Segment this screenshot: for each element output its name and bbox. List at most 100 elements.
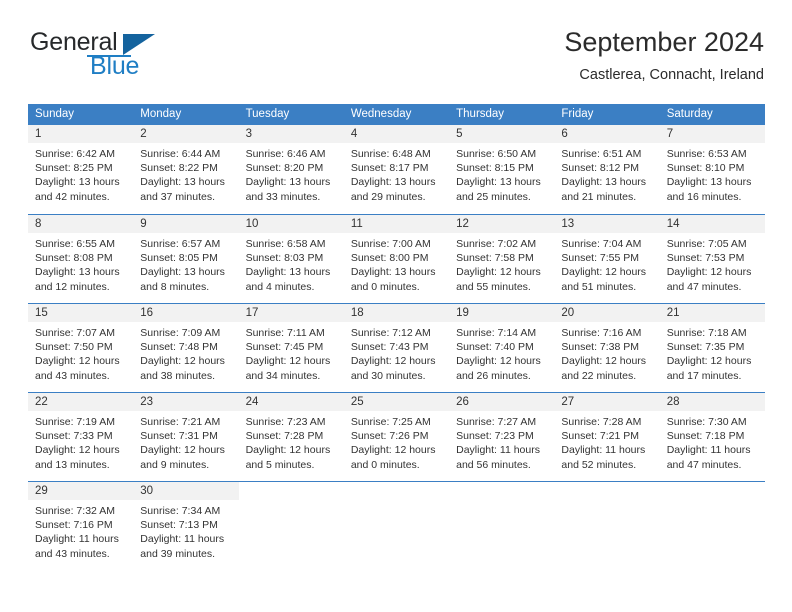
day-cell[interactable]: 20 Sunrise: 7:16 AM Sunset: 7:38 PM Dayligh… xyxy=(554,304,660,392)
sunset-text: Sunset: 7:26 PM xyxy=(350,430,429,443)
sunset-text: Sunset: 7:53 PM xyxy=(666,252,745,265)
day-cell[interactable]: 16 Sunrise: 7:09 AM Sunset: 7:48 PM Dayligh… xyxy=(133,304,239,392)
day-cell[interactable]: 27 Sunrise: 7:28 AM Sunset: 7:21 PM Dayligh… xyxy=(554,393,660,481)
brand-logo[interactable]: General Blue xyxy=(28,26,268,88)
sunrise-text: Sunrise: 7:23 AM xyxy=(245,416,326,428)
sunset-text: Sunset: 7:23 PM xyxy=(456,430,534,443)
empty-day-cell xyxy=(449,482,554,570)
sunset-text: Sunset: 8:15 PM xyxy=(456,162,534,175)
day-cell[interactable]: 15 Sunrise: 7:07 AM Sunset: 7:50 PM Dayligh… xyxy=(28,304,134,392)
sunset-text: Sunset: 8:20 PM xyxy=(245,162,324,175)
day-cell[interactable]: 26 Sunrise: 7:27 AM Sunset: 7:23 PM Dayligh… xyxy=(449,393,555,481)
day-number: 23 xyxy=(140,396,154,408)
day-number-strip: 21 xyxy=(659,304,765,322)
daylight-text-line1: Daylight: 13 hours xyxy=(35,176,120,189)
day-number-strip: 23 xyxy=(133,393,239,411)
day-cell[interactable]: 7 Sunrise: 6:53 AM Sunset: 8:10 PM Daylight… xyxy=(659,125,765,214)
daylight-text-line2: and 42 minutes. xyxy=(35,190,110,203)
daylight-text-line2: and 38 minutes. xyxy=(140,369,215,382)
daylight-text-line1: Daylight: 13 hours xyxy=(350,176,436,189)
calendar-week-row: 15 Sunrise: 7:07 AM Sunset: 7:50 PM Dayligh… xyxy=(28,303,765,392)
day-cell[interactable]: 11 Sunrise: 7:00 AM Sunset: 8:00 PM Dayligh… xyxy=(343,215,450,303)
day-cell[interactable]: 22 Sunrise: 7:19 AM Sunset: 7:33 PM Dayligh… xyxy=(28,393,134,481)
day-number: 14 xyxy=(666,218,680,230)
day-cell[interactable]: 19 Sunrise: 7:14 AM Sunset: 7:40 PM Dayligh… xyxy=(449,304,555,392)
daylight-text-line1: Daylight: 11 hours xyxy=(561,444,646,457)
day-number-strip: 18 xyxy=(343,304,450,322)
sunset-text: Sunset: 7:13 PM xyxy=(140,519,218,532)
day-cell[interactable]: 18 Sunrise: 7:12 AM Sunset: 7:43 PM Dayligh… xyxy=(343,304,450,392)
day-number-strip: 3 xyxy=(238,125,344,143)
day-cell[interactable]: 30 Sunrise: 7:34 AM Sunset: 7:13 PM Dayligh… xyxy=(133,482,239,570)
day-cell[interactable]: 29 Sunrise: 7:32 AM Sunset: 7:16 PM Dayligh… xyxy=(28,482,134,570)
daylight-text-line1: Daylight: 11 hours xyxy=(666,444,751,457)
daylight-text-line1: Daylight: 13 hours xyxy=(561,176,647,189)
day-detail-body: Sunrise: 7:09 AM Sunset: 7:48 PM Daylight:… xyxy=(133,322,238,383)
day-cell[interactable]: 12 Sunrise: 7:02 AM Sunset: 7:58 PM Dayligh… xyxy=(449,215,555,303)
day-detail-body: Sunrise: 7:32 AM Sunset: 7:16 PM Daylight:… xyxy=(28,500,133,561)
day-cell[interactable]: 25 Sunrise: 7:25 AM Sunset: 7:26 PM Dayligh… xyxy=(343,393,450,481)
sunrise-text: Sunrise: 6:48 AM xyxy=(350,148,431,160)
day-detail-body: Sunrise: 7:02 AM Sunset: 7:58 PM Daylight:… xyxy=(449,233,554,294)
day-cell[interactable]: 17 Sunrise: 7:11 AM Sunset: 7:45 PM Dayligh… xyxy=(238,304,344,392)
day-cell[interactable]: 24 Sunrise: 7:23 AM Sunset: 7:28 PM Dayligh… xyxy=(238,393,344,481)
day-number-strip: 9 xyxy=(133,215,239,233)
sunrise-text: Sunrise: 6:58 AM xyxy=(245,238,326,250)
day-number-strip: 1 xyxy=(28,125,134,143)
empty-day-cell xyxy=(239,482,344,570)
daylight-text-line1: Daylight: 12 hours xyxy=(561,266,647,279)
sunset-text: Sunset: 7:33 PM xyxy=(35,430,113,443)
day-cell[interactable]: 1 Sunrise: 6:42 AM Sunset: 8:25 PM Daylight… xyxy=(28,125,134,214)
daylight-text-line2: and 33 minutes. xyxy=(245,190,321,203)
day-detail-body: Sunrise: 6:48 AM Sunset: 8:17 PM Daylight:… xyxy=(344,143,449,204)
day-cell[interactable]: 5 Sunrise: 6:50 AM Sunset: 8:15 PM Daylight… xyxy=(449,125,555,214)
day-detail-body: Sunrise: 7:16 AM Sunset: 7:38 PM Daylight:… xyxy=(554,322,659,383)
day-number: 12 xyxy=(456,218,469,230)
weekday-header-tuesday: Tuesday xyxy=(245,108,290,120)
day-number: 20 xyxy=(561,307,575,319)
daylight-text-line2: and 8 minutes. xyxy=(140,280,210,293)
sunrise-text: Sunrise: 7:11 AM xyxy=(245,327,325,339)
day-number: 13 xyxy=(561,218,575,230)
day-cell[interactable]: 28 Sunrise: 7:30 AM Sunset: 7:18 PM Dayligh… xyxy=(659,393,765,481)
daylight-text-line2: and 21 minutes. xyxy=(561,190,637,203)
daylight-text-line2: and 37 minutes. xyxy=(140,190,215,203)
daylight-text-line2: and 16 minutes. xyxy=(666,190,742,203)
day-cell[interactable]: 9 Sunrise: 6:57 AM Sunset: 8:05 PM Daylight… xyxy=(133,215,239,303)
day-cell[interactable]: 4 Sunrise: 6:48 AM Sunset: 8:17 PM Daylight… xyxy=(343,125,450,214)
day-number-strip: 13 xyxy=(554,215,660,233)
day-detail-body: Sunrise: 7:00 AM Sunset: 8:00 PM Daylight:… xyxy=(344,233,449,294)
day-detail-body: Sunrise: 7:25 AM Sunset: 7:26 PM Daylight:… xyxy=(344,411,449,472)
calendar-page: General Blue September 2024 Castlerea, C… xyxy=(0,0,792,612)
calendar-week-row: 1 Sunrise: 6:42 AM Sunset: 8:25 PM Daylight… xyxy=(28,125,765,214)
day-number: 11 xyxy=(350,218,363,230)
day-cell[interactable]: 23 Sunrise: 7:21 AM Sunset: 7:31 PM Dayligh… xyxy=(133,393,239,481)
day-number-strip: 19 xyxy=(449,304,555,322)
daylight-text-line1: Daylight: 11 hours xyxy=(140,533,225,546)
day-number: 15 xyxy=(35,307,48,319)
day-detail-body: Sunrise: 6:51 AM Sunset: 8:12 PM Daylight:… xyxy=(554,143,659,204)
daylight-text-line2: and 30 minutes. xyxy=(350,369,426,382)
daylight-text-line2: and 13 minutes. xyxy=(35,458,110,471)
sunrise-text: Sunrise: 7:34 AM xyxy=(140,505,221,517)
sunrise-text: Sunrise: 7:09 AM xyxy=(140,327,221,339)
day-cell[interactable]: 13 Sunrise: 7:04 AM Sunset: 7:55 PM Dayligh… xyxy=(554,215,660,303)
sunrise-text: Sunrise: 7:07 AM xyxy=(35,327,115,339)
daylight-text-line1: Daylight: 13 hours xyxy=(245,266,331,279)
day-cell[interactable]: 6 Sunrise: 6:51 AM Sunset: 8:12 PM Daylight… xyxy=(554,125,660,214)
daylight-text-line2: and 39 minutes. xyxy=(140,547,215,560)
day-number-strip: 27 xyxy=(554,393,660,411)
day-cell[interactable]: 2 Sunrise: 6:44 AM Sunset: 8:22 PM Daylight… xyxy=(133,125,239,214)
sunset-text: Sunset: 8:22 PM xyxy=(140,162,218,175)
day-cell[interactable]: 8 Sunrise: 6:55 AM Sunset: 8:08 PM Daylight… xyxy=(28,215,134,303)
day-cell[interactable]: 3 Sunrise: 6:46 AM Sunset: 8:20 PM Daylight… xyxy=(238,125,344,214)
day-number-strip: 30 xyxy=(133,482,239,500)
day-cell[interactable]: 21 Sunrise: 7:18 AM Sunset: 7:35 PM Dayligh… xyxy=(659,304,765,392)
sunrise-text: Sunrise: 6:53 AM xyxy=(666,148,747,160)
day-cell[interactable]: 10 Sunrise: 6:58 AM Sunset: 8:03 PM Dayligh… xyxy=(238,215,344,303)
day-cell[interactable]: 14 Sunrise: 7:05 AM Sunset: 7:53 PM Dayligh… xyxy=(659,215,765,303)
day-number-strip: 7 xyxy=(659,125,765,143)
day-detail-body: Sunrise: 6:53 AM Sunset: 8:10 PM Daylight:… xyxy=(660,143,765,204)
day-number-strip: 22 xyxy=(28,393,134,411)
sunset-text: Sunset: 7:50 PM xyxy=(35,341,113,354)
